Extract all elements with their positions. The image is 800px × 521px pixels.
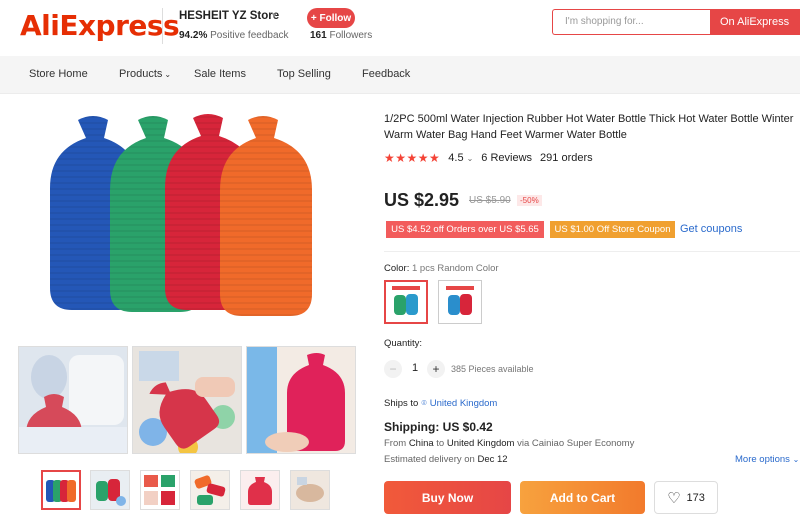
estimated-delivery: Estimated delivery on Dec 12 — [384, 454, 508, 465]
color-value: 1 pcs Random Color — [411, 263, 499, 274]
shipping-method: via Cainiao Super Economy — [517, 438, 635, 449]
product-photo-thumbnail[interactable] — [132, 346, 242, 454]
nav-store-home[interactable]: Store Home — [29, 68, 88, 80]
product-title: 1/2PC 500ml Water Injection Rubber Hot W… — [384, 112, 800, 143]
product-photo — [247, 347, 355, 453]
wishlist-count: 173 — [686, 491, 705, 504]
quantity-input[interactable]: 1 — [410, 362, 420, 374]
wishlist-button[interactable]: ♡ 173 — [654, 481, 718, 514]
from-prefix: From — [384, 438, 407, 449]
ships-to-country[interactable]: United Kingdom — [430, 398, 498, 409]
product-photo — [133, 347, 241, 453]
quantity-increase-button[interactable]: + — [427, 360, 445, 378]
header: AliExpress HESHEIT YZ Store ▾ 94.2% Posi… — [0, 0, 800, 56]
reviews-link[interactable]: 6 Reviews — [481, 152, 532, 164]
main-product-image[interactable] — [38, 108, 338, 340]
aliexpress-logo[interactable]: AliExpress — [20, 9, 180, 42]
product-photo — [191, 471, 229, 509]
title-line-1: 1/2PC 500ml Water Injection Rubber Hot W… — [384, 113, 794, 125]
nav-top-selling[interactable]: Top Selling — [277, 68, 331, 80]
add-to-cart-button[interactable]: Add to Cart — [520, 481, 645, 514]
chevron-down-icon: ⌄ — [792, 455, 800, 464]
nav-products[interactable]: Products ⌄ — [119, 68, 171, 80]
followers-count: 161 — [310, 30, 327, 41]
feedback-label: Positive feedback — [210, 30, 289, 41]
store-followers: 161 Followers — [310, 30, 372, 41]
header-divider — [162, 8, 163, 44]
nav-sale-items[interactable]: Sale Items — [194, 68, 246, 80]
color-option-1[interactable] — [384, 280, 428, 324]
from-to: to — [436, 438, 445, 449]
product-photo — [19, 347, 127, 453]
more-options-label: More options — [735, 454, 790, 465]
chevron-down-icon: ⌄ — [164, 70, 172, 79]
current-price: US $2.95 — [384, 190, 460, 210]
chevron-down-icon[interactable]: ⌄ — [467, 154, 474, 163]
to-country: United Kingdom — [446, 438, 515, 449]
product-photo — [46, 480, 76, 502]
thumbnail-5[interactable] — [240, 470, 280, 510]
title-line-2: Warm Water Bag Hand Feet Warmer Water Bo… — [384, 128, 627, 141]
color-label-text: Color: — [384, 263, 410, 274]
orders-coupon[interactable]: US $4.52 off Orders over US $5.65 — [386, 221, 544, 238]
search-input[interactable]: I'm shopping for... — [552, 9, 710, 35]
pieces-available: 385 Pieces available — [451, 364, 534, 374]
quantity-label: Quantity: — [384, 338, 423, 349]
product-photo-thumbnail[interactable] — [18, 346, 128, 454]
product-photo-thumbnail[interactable] — [246, 346, 356, 454]
ships-to-label: Ships to — [384, 398, 419, 409]
store-coupon[interactable]: US $1.00 Off Store Coupon — [550, 221, 675, 238]
ships-to: Ships to ⌾ United Kingdom — [384, 398, 497, 409]
color-option-image — [392, 286, 420, 315]
original-price: US $5.90 — [469, 195, 511, 206]
thumbnail-2[interactable] — [90, 470, 130, 510]
thumbnail-1[interactable] — [41, 470, 81, 510]
delivery-prefix: Estimated delivery on — [384, 454, 475, 465]
discount-badge: -50% — [517, 195, 542, 206]
nav-feedback[interactable]: Feedback — [362, 68, 410, 80]
get-coupons-link[interactable]: Get coupons — [680, 223, 742, 235]
store-name[interactable]: HESHEIT YZ Store — [179, 10, 279, 22]
shipping-cost: Shipping: US $0.42 — [384, 420, 493, 434]
quantity-decrease-button[interactable]: − — [384, 360, 402, 378]
color-option-image — [446, 286, 474, 315]
more-options-link[interactable]: More options ⌄ — [735, 454, 799, 465]
product-photo — [241, 471, 279, 509]
heart-icon: ♡ — [667, 489, 681, 507]
rating-value[interactable]: 4.5 — [448, 152, 463, 164]
color-label: Color: 1 pcs Random Color — [384, 263, 499, 274]
thumbnail-6[interactable] — [290, 470, 330, 510]
product-photo — [141, 471, 179, 509]
orders-count: 291 orders — [540, 152, 593, 164]
color-option-2[interactable] — [438, 280, 482, 324]
chevron-down-icon[interactable]: ▾ — [272, 10, 277, 21]
store-feedback: 94.2% Positive feedback — [179, 30, 289, 41]
nav-products-label: Products — [119, 68, 163, 80]
location-pin-icon: ⌾ — [421, 398, 427, 408]
delivery-date: Dec 12 — [477, 454, 508, 465]
followers-label: Followers — [329, 30, 373, 41]
thumbnail-4[interactable] — [190, 470, 230, 510]
follow-button[interactable]: + Follow — [307, 8, 355, 28]
shipping-route: From China to United Kingdom via Cainiao… — [384, 438, 634, 449]
rating-row: ★★★★★ 4.5 ⌄ 6 Reviews 291 orders — [384, 151, 593, 165]
buy-now-button[interactable]: Buy Now — [384, 481, 511, 514]
product-photo — [91, 471, 129, 509]
thumbnail-3[interactable] — [140, 470, 180, 510]
divider — [384, 251, 800, 252]
star-rating-icon: ★★★★★ — [384, 151, 441, 165]
search-button[interactable]: On AliExpress — [710, 9, 800, 35]
from-country: China — [408, 438, 434, 449]
product-photo — [291, 471, 329, 509]
store-nav: Store Home Products ⌄ Sale Items Top Sell… — [0, 56, 800, 94]
feedback-percent: 94.2% — [179, 30, 208, 41]
